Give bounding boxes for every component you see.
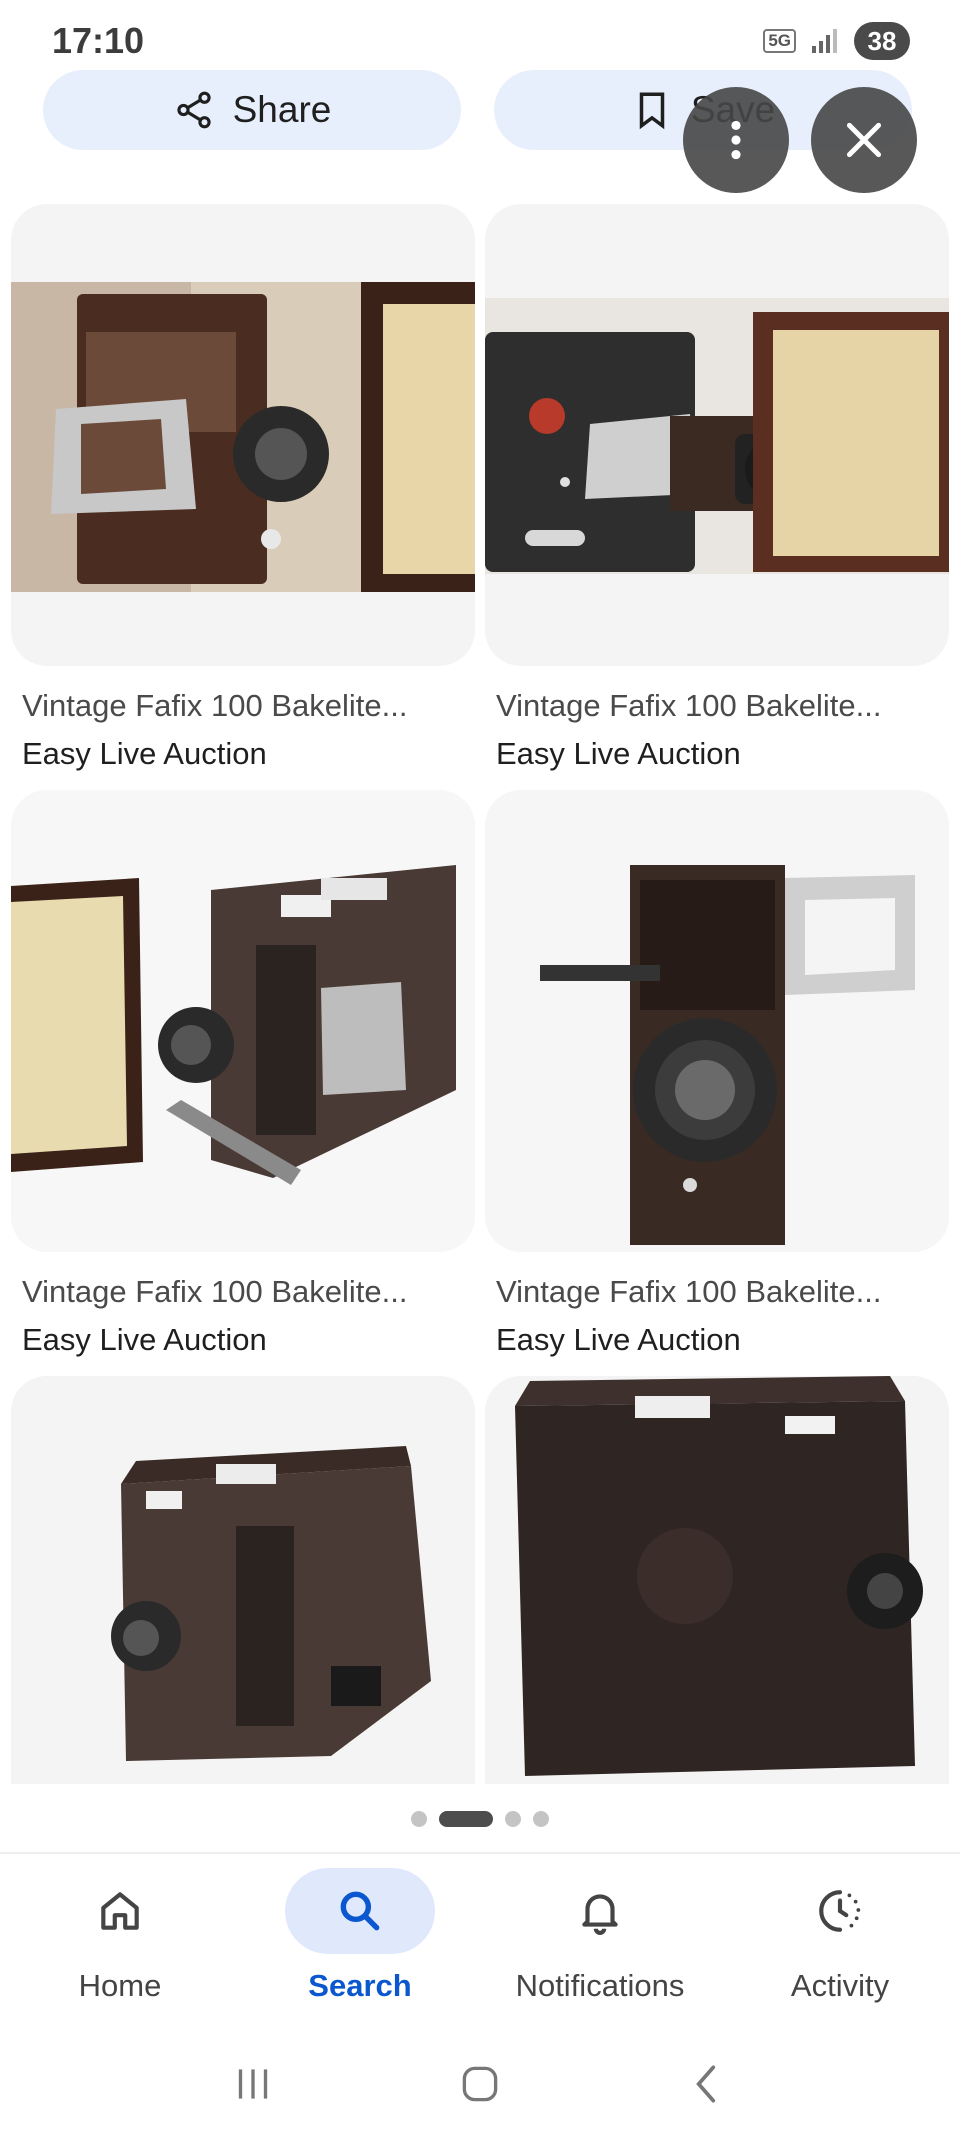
result-card[interactable] <box>11 1376 475 1784</box>
activity-icon <box>819 1890 861 1932</box>
more-vert-icon <box>731 120 741 160</box>
system-navigation-bar <box>0 2034 960 2133</box>
nav-activity-icon-wrap <box>765 1868 915 1954</box>
share-button[interactable]: Share <box>43 70 461 150</box>
result-source: Easy Live Auction <box>22 1322 267 1357</box>
bottom-navigation: Home Search Notifications Activity <box>0 1854 960 2034</box>
nav-notifications[interactable]: Notifications <box>480 1854 720 2034</box>
nav-home[interactable]: Home <box>0 1854 240 2034</box>
nav-notifications-icon-wrap <box>525 1868 675 1954</box>
back-icon[interactable] <box>682 2059 732 2109</box>
projector-image <box>485 298 949 574</box>
result-card[interactable]: Vintage Fafix 100 Bakelite... Easy Live … <box>485 204 949 772</box>
home-button-icon[interactable] <box>455 2059 505 2109</box>
projector-image <box>11 790 475 1252</box>
result-thumbnail[interactable] <box>485 1376 949 1784</box>
result-title: Vintage Fafix 100 Bakelite... <box>22 1274 408 1309</box>
result-title: Vintage Fafix 100 Bakelite... <box>496 688 882 723</box>
nav-activity[interactable]: Activity <box>720 1854 960 2034</box>
result-card[interactable]: Vintage Fafix 100 Bakelite... Easy Live … <box>11 790 475 1358</box>
result-title: Vintage Fafix 100 Bakelite... <box>496 1274 882 1309</box>
share-icon <box>177 91 211 129</box>
result-thumbnail[interactable] <box>485 790 949 1252</box>
battery-level: 38 <box>867 25 897 56</box>
result-card[interactable]: Vintage Fafix 100 Bakelite... Easy Live … <box>485 790 949 1358</box>
projector-image <box>485 790 949 1252</box>
page-dot[interactable] <box>411 1811 427 1827</box>
page-dot[interactable] <box>533 1811 549 1827</box>
network-type: 5G <box>763 29 796 53</box>
signal-icon <box>812 29 837 53</box>
result-source: Easy Live Auction <box>496 1322 741 1357</box>
result-source: Easy Live Auction <box>496 736 741 771</box>
more-options-button[interactable] <box>683 87 789 193</box>
nav-search-label: Search <box>308 1968 412 2003</box>
image-results-page: 17:10 5G 38 Share Save <box>0 0 960 2133</box>
result-thumbnail[interactable] <box>11 204 475 666</box>
result-card[interactable]: Vintage Fafix 100 Bakelite... Easy Live … <box>11 204 475 772</box>
projector-image <box>485 1376 949 1784</box>
search-icon <box>340 1891 380 1931</box>
result-source: Easy Live Auction <box>22 736 267 771</box>
battery-indicator: 38 <box>854 22 910 60</box>
page-dot-active[interactable] <box>439 1811 493 1827</box>
nav-notifications-label: Notifications <box>515 1968 685 2003</box>
share-label: Share <box>232 89 332 130</box>
status-indicators: 5G 38 <box>763 22 910 60</box>
page-dot[interactable] <box>505 1811 521 1827</box>
result-thumbnail[interactable] <box>11 1376 475 1784</box>
nav-home-icon-wrap <box>45 1868 195 1954</box>
status-time: 17:10 <box>52 20 145 61</box>
result-card[interactable] <box>485 1376 949 1784</box>
close-icon <box>846 122 882 158</box>
projector-image <box>11 282 475 592</box>
result-thumbnail[interactable] <box>485 204 949 666</box>
result-title: Vintage Fafix 100 Bakelite... <box>22 688 408 723</box>
nav-search-icon-wrap <box>285 1868 435 1954</box>
home-icon <box>101 1892 139 1930</box>
recent-apps-icon[interactable] <box>228 2059 278 2109</box>
bell-icon <box>582 1894 618 1935</box>
carousel-indicator <box>0 1811 960 1827</box>
nav-home-label: Home <box>78 1968 162 2003</box>
nav-search[interactable]: Search <box>240 1854 480 2034</box>
close-button[interactable] <box>811 87 917 193</box>
bookmark-icon <box>639 92 665 130</box>
projector-image <box>11 1376 475 1784</box>
nav-activity-label: Activity <box>790 1968 890 2003</box>
result-thumbnail[interactable] <box>11 790 475 1252</box>
